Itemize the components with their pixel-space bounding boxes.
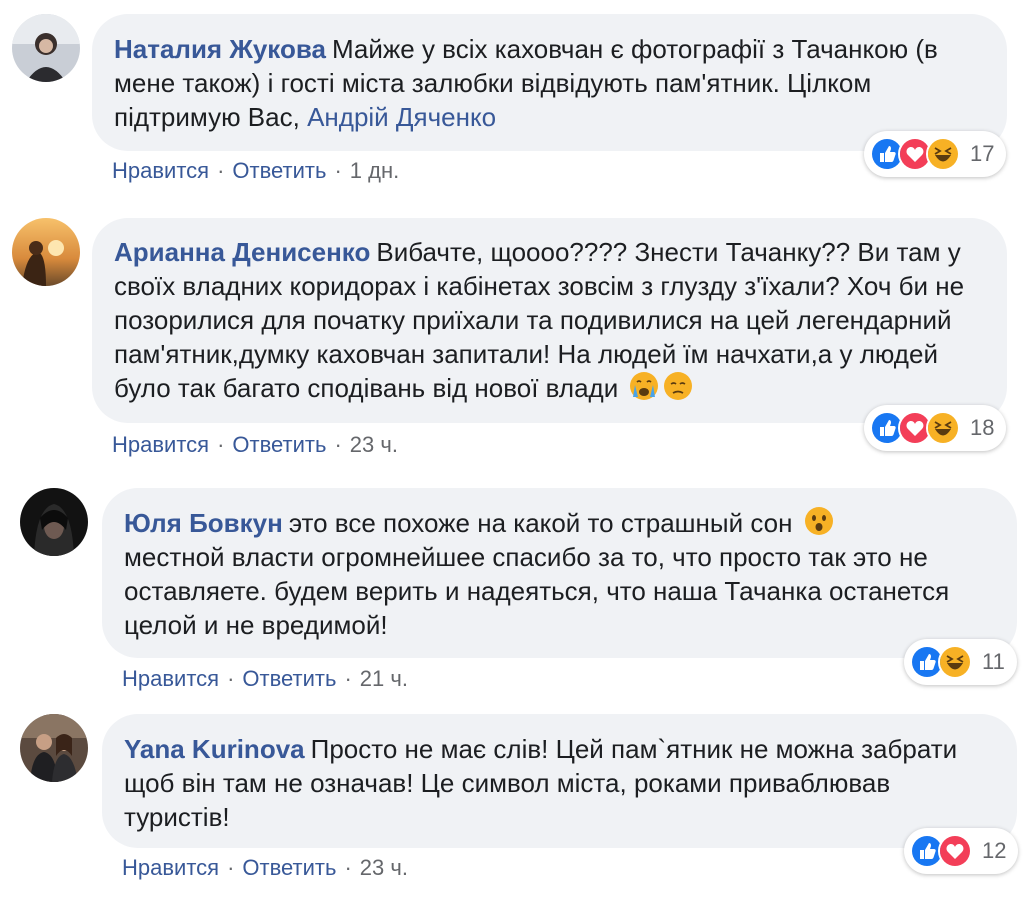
avatar[interactable] xyxy=(12,14,80,82)
comment-bubble: Юля Бовкун это все похоже на какой то стр… xyxy=(102,488,1017,658)
like-link[interactable]: Нравится xyxy=(122,855,219,880)
haha-icon xyxy=(926,137,960,171)
reply-link[interactable]: Ответить xyxy=(242,855,336,880)
comment-actions: Нравится · Ответить · 1 дн. xyxy=(112,158,400,183)
reaction-count: 17 xyxy=(970,141,995,166)
comment-bubble: Арианна Денисенко Вибачте, щоооо???? Знес… xyxy=(92,218,1007,423)
comment-timestamp[interactable]: 23 ч. xyxy=(360,855,408,880)
reaction-count: 12 xyxy=(982,838,1007,863)
comment-text: это все похоже на какой то страшный сон xyxy=(288,508,793,538)
crying-emoji xyxy=(629,371,659,401)
comment-text-continued: местной власти огромнейшее спасибо за то… xyxy=(124,542,950,640)
haha-icon xyxy=(926,411,960,445)
comment-author[interactable]: Юля Бовкун xyxy=(124,508,283,538)
reply-link[interactable]: Ответить xyxy=(232,158,326,183)
haha-icon xyxy=(938,645,972,679)
like-link[interactable]: Нравится xyxy=(112,158,209,183)
like-link[interactable]: Нравится xyxy=(122,666,219,691)
avatar[interactable] xyxy=(20,488,88,556)
reply-link[interactable]: Ответить xyxy=(232,432,326,457)
comment-author[interactable]: Наталия Жукова xyxy=(114,34,326,64)
reactions-summary[interactable]: 17 xyxy=(864,131,1007,177)
reaction-count: 11 xyxy=(982,649,1005,674)
like-link[interactable]: Нравится xyxy=(112,432,209,457)
reactions-summary[interactable]: 18 xyxy=(864,405,1007,451)
avatar[interactable] xyxy=(20,714,88,782)
sad-emoji xyxy=(663,371,693,401)
comment-author[interactable]: Yana Kurinova xyxy=(124,734,305,764)
comment-bubble: Наталия Жукова Майже у всіх каховчан є фо… xyxy=(92,14,1007,151)
reply-link[interactable]: Ответить xyxy=(242,666,336,691)
reactions-summary[interactable]: 12 xyxy=(904,828,1019,874)
surprised-emoji xyxy=(804,506,834,536)
reaction-count: 18 xyxy=(970,415,995,440)
comment-actions: Нравится · Ответить · 23 ч. xyxy=(122,855,408,880)
comment-timestamp[interactable]: 23 ч. xyxy=(350,432,398,457)
reactions-summary[interactable]: 11 xyxy=(904,639,1017,685)
mention-link[interactable]: Андрій Дяченко xyxy=(307,102,496,132)
comment-timestamp[interactable]: 1 дн. xyxy=(350,158,399,183)
comment-author[interactable]: Арианна Денисенко xyxy=(114,237,370,267)
love-icon xyxy=(938,834,972,868)
comment-timestamp[interactable]: 21 ч. xyxy=(360,666,408,691)
comment-actions: Нравится · Ответить · 21 ч. xyxy=(122,666,408,691)
comment-bubble: Yana Kurinova Просто не має слів! Цей пам… xyxy=(102,714,1017,848)
comment-actions: Нравится · Ответить · 23 ч. xyxy=(112,432,398,457)
avatar[interactable] xyxy=(12,218,80,286)
